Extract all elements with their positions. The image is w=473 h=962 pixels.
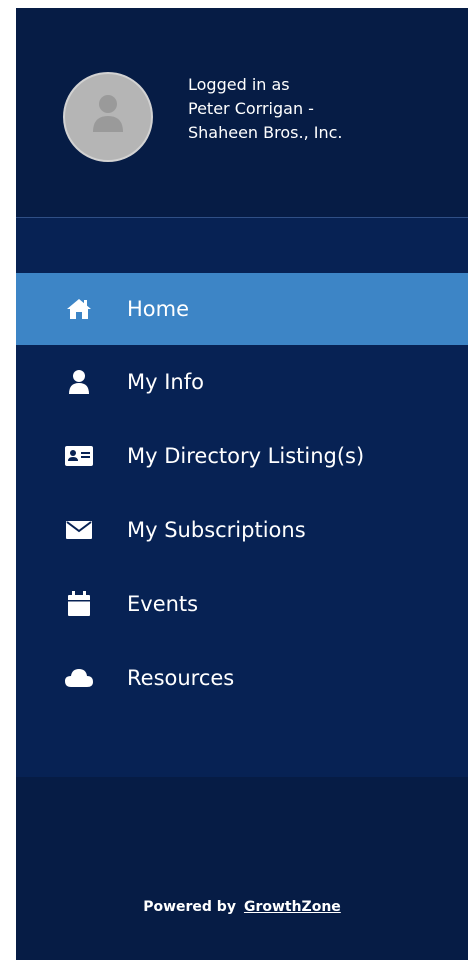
nav-item-events[interactable]: Events <box>16 567 468 641</box>
nav-label-events: Events <box>127 592 199 616</box>
powered-by-label: Powered by <box>143 899 236 915</box>
nav-item-resources[interactable]: Resources <box>16 641 468 715</box>
id-card-icon <box>64 441 94 471</box>
sidebar-nav: Home My Info My Directory Listing(s) My … <box>16 273 468 715</box>
envelope-icon <box>64 515 94 545</box>
footer: Powered by GrowthZone <box>16 777 468 960</box>
nav-label-my-info: My Info <box>127 370 204 394</box>
powered-by: Powered by GrowthZone <box>16 899 468 915</box>
nav-label-my-subscriptions: My Subscriptions <box>127 518 306 542</box>
calendar-icon <box>64 589 94 619</box>
header-divider <box>16 217 468 218</box>
growthzone-link[interactable]: GrowthZone <box>244 899 341 915</box>
nav-item-my-info[interactable]: My Info <box>16 345 468 419</box>
avatar <box>63 72 153 162</box>
nav-label-home: Home <box>127 297 190 321</box>
home-icon <box>64 294 94 324</box>
nav-item-home[interactable]: Home <box>16 273 468 345</box>
logged-in-info: Logged in as Peter Corrigan - Shaheen Br… <box>188 73 448 145</box>
sidebar-panel: Logged in as Peter Corrigan - Shaheen Br… <box>16 8 468 960</box>
logged-in-label: Logged in as <box>188 75 290 94</box>
user-company: Shaheen Bros., Inc. <box>188 123 343 142</box>
nav-label-resources: Resources <box>127 666 235 690</box>
cloud-icon <box>64 663 94 693</box>
user-name: Peter Corrigan - <box>188 99 314 118</box>
nav-item-my-subscriptions[interactable]: My Subscriptions <box>16 493 468 567</box>
user-header: Logged in as Peter Corrigan - Shaheen Br… <box>16 8 468 217</box>
nav-item-my-directory-listings[interactable]: My Directory Listing(s) <box>16 419 468 493</box>
nav-label-my-directory-listings: My Directory Listing(s) <box>127 444 365 468</box>
user-icon <box>64 367 94 397</box>
avatar-placeholder-icon <box>93 95 123 132</box>
